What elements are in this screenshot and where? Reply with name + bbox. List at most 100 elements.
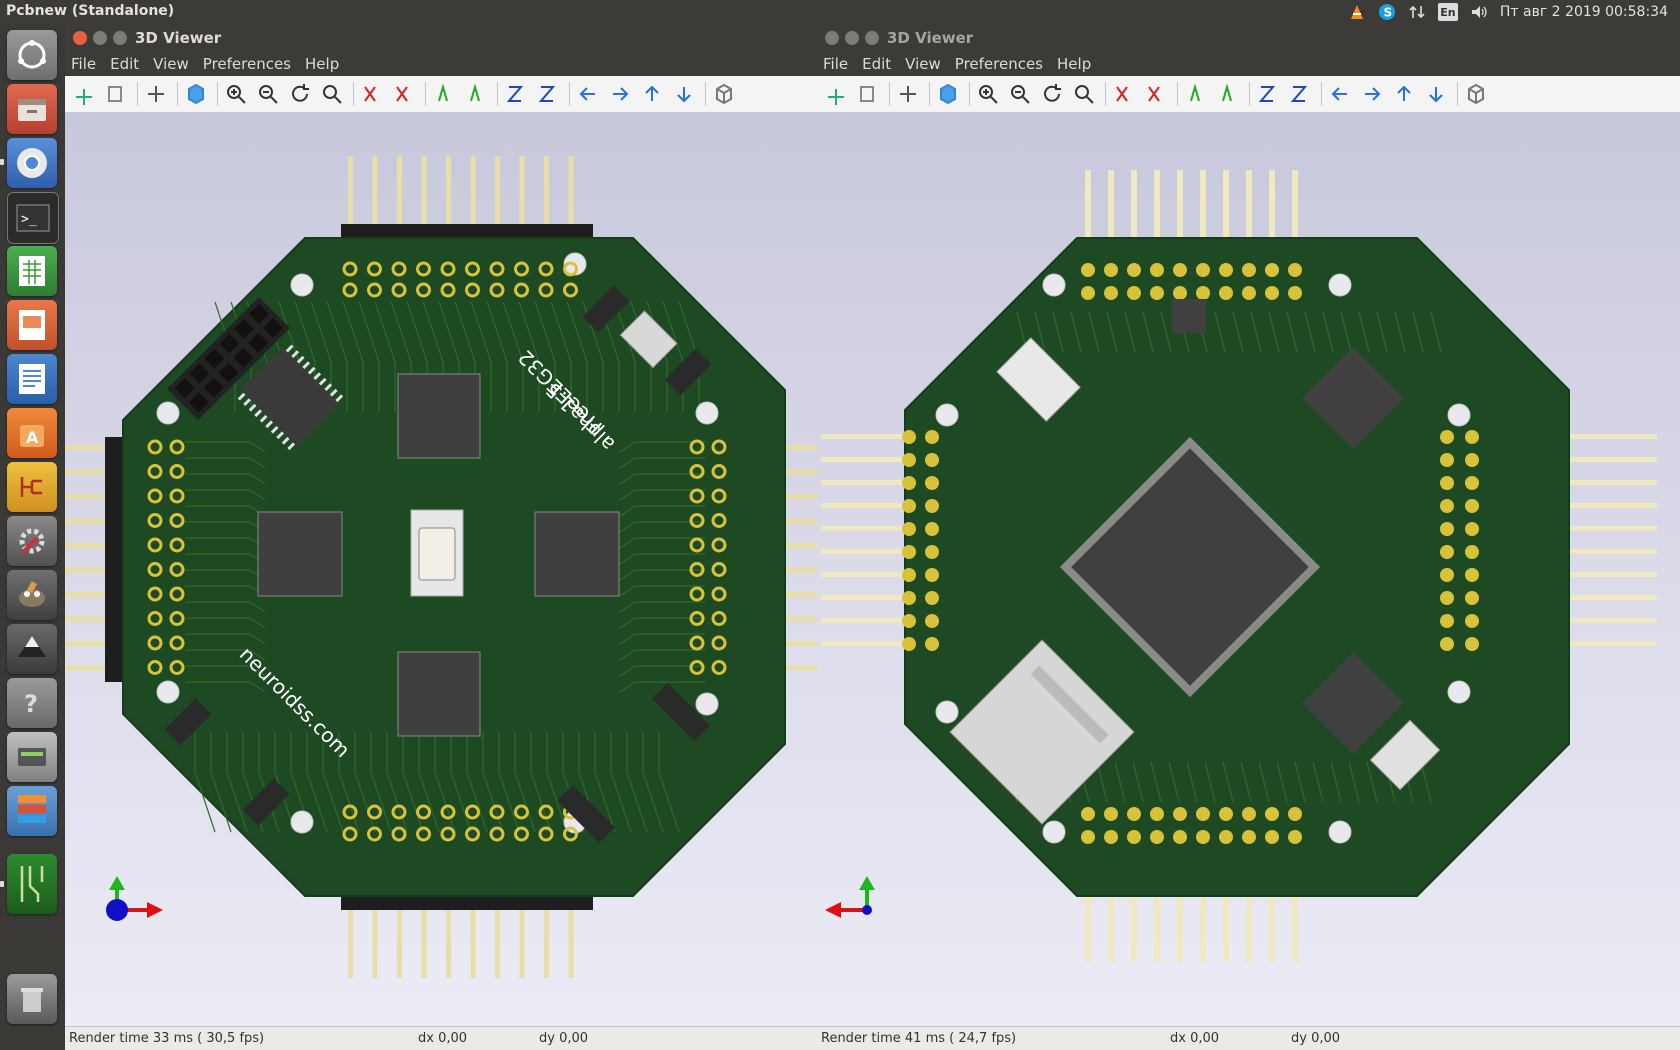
move-down-icon[interactable] [1423,81,1449,107]
menu-preferences[interactable]: Preferences [197,52,299,76]
rotate-x-ccw-icon[interactable] [391,81,417,107]
settings-icon[interactable] [143,81,169,107]
reload-board-icon[interactable] [71,81,97,107]
close-button[interactable] [73,31,87,45]
move-left-icon[interactable] [1327,81,1353,107]
pad [1465,591,1479,605]
menu-preferences[interactable]: Preferences [949,52,1051,76]
minimize-button[interactable] [845,31,859,45]
network-icon[interactable] [1408,3,1426,21]
pad [902,499,916,513]
ortho-view-icon[interactable] [711,81,737,107]
rotate-z-cw-icon[interactable] [503,81,529,107]
launcher-dash-button[interactable] [7,30,57,80]
header-pin [821,572,907,577]
move-right-icon[interactable] [1359,81,1385,107]
volume-icon[interactable] [1470,3,1488,21]
rotate-x-cw-icon[interactable] [359,81,385,107]
pad [1440,591,1454,605]
pad [925,522,939,536]
rotate-y-ccw-icon[interactable] [463,81,489,107]
maximize-button[interactable] [865,31,879,45]
copy-image-icon[interactable] [103,81,129,107]
skype-icon[interactable]: S [1378,3,1396,21]
render-time: Render time 41 ms ( 24,7 fps) [821,1031,1017,1046]
launcher-calc-icon[interactable] [7,246,57,296]
minimize-button[interactable] [93,31,107,45]
rotate-y-cw-icon[interactable] [1183,81,1209,107]
window-title: 3D Viewer [135,29,222,47]
vlc-icon[interactable] [1348,3,1366,21]
maximize-button[interactable] [113,31,127,45]
3d-canvas[interactable]: FreeEEG32 alpha1.5 neuroidss.com [65,112,873,1027]
3d-canvas[interactable] [817,112,1680,1027]
render-time: Render time 33 ms ( 30,5 fps) [69,1031,265,1046]
redraw-icon[interactable] [287,81,313,107]
zoom-in-icon[interactable] [975,81,1001,107]
launcher-disks-icon[interactable] [7,732,57,782]
move-up-icon[interactable] [1391,81,1417,107]
header-pin [1567,595,1657,600]
launcher-help-icon[interactable]: ? [7,678,57,728]
close-button[interactable] [825,31,839,45]
launcher-trash-icon[interactable] [7,974,57,1024]
rotate-y-cw-icon[interactable] [431,81,457,107]
launcher-eeschema-icon[interactable] [7,462,57,512]
menu-file[interactable]: File [65,52,104,76]
launcher-settings-icon[interactable] [7,516,57,566]
zoom-out-icon[interactable] [1007,81,1033,107]
clock[interactable]: Пт авг 2 2019 00:58:34 [1500,4,1668,20]
reload-board-icon[interactable] [823,81,849,107]
move-down-icon[interactable] [671,81,697,107]
menu-help[interactable]: Help [1051,52,1099,76]
zoom-fit-icon[interactable] [1071,81,1097,107]
cube-icon[interactable] [183,81,209,107]
rotate-z-ccw-icon[interactable] [1287,81,1313,107]
pad [1173,830,1187,844]
launcher-gimp-icon[interactable] [7,570,57,620]
pad [1081,263,1095,277]
launcher-inkscape-icon[interactable] [7,624,57,674]
ortho-view-icon[interactable] [1463,81,1489,107]
keyboard-layout-indicator[interactable]: En [1437,3,1458,21]
launcher-pcbnew-icon[interactable] [0,854,57,914]
launcher-terminal-icon[interactable]: >_ [7,192,59,244]
launcher-impress-icon[interactable] [7,300,57,350]
launcher-chromium-icon[interactable] [0,138,57,188]
settings-icon[interactable] [895,81,921,107]
header-pin [1223,894,1229,962]
launcher-stack-icon[interactable] [7,786,57,836]
rotate-y-ccw-icon[interactable] [1215,81,1241,107]
zoom-out-icon[interactable] [255,81,281,107]
pad [1440,637,1454,651]
header-pin [1177,894,1183,962]
rotate-x-cw-icon[interactable] [1111,81,1137,107]
pad [902,430,916,444]
redraw-icon[interactable] [1039,81,1065,107]
copy-image-icon[interactable] [855,81,881,107]
launcher-writer-icon[interactable] [7,354,57,404]
left-3d-viewer-window: 3D Viewer File Edit View Preferences Hel… [65,24,873,1050]
header-pin [519,156,525,226]
menu-edit[interactable]: Edit [104,52,147,76]
menu-view[interactable]: View [147,52,197,76]
launcher-software-center-icon[interactable]: A [7,408,57,458]
move-right-icon[interactable] [607,81,633,107]
zoom-in-icon[interactable] [223,81,249,107]
toolbar-separator [1105,82,1106,106]
launcher-files-icon[interactable] [7,84,57,134]
move-up-icon[interactable] [639,81,665,107]
rotate-z-cw-icon[interactable] [1255,81,1281,107]
rotate-x-ccw-icon[interactable] [1143,81,1169,107]
pad [1265,830,1279,844]
menu-file[interactable]: File [817,52,856,76]
menu-help[interactable]: Help [299,52,347,76]
header-pin [348,156,353,226]
zoom-fit-icon[interactable] [319,81,345,107]
menu-view[interactable]: View [899,52,949,76]
menu-edit[interactable]: Edit [856,52,899,76]
cube-icon[interactable] [935,81,961,107]
pad [925,430,939,444]
rotate-z-ccw-icon[interactable] [535,81,561,107]
move-left-icon[interactable] [575,81,601,107]
